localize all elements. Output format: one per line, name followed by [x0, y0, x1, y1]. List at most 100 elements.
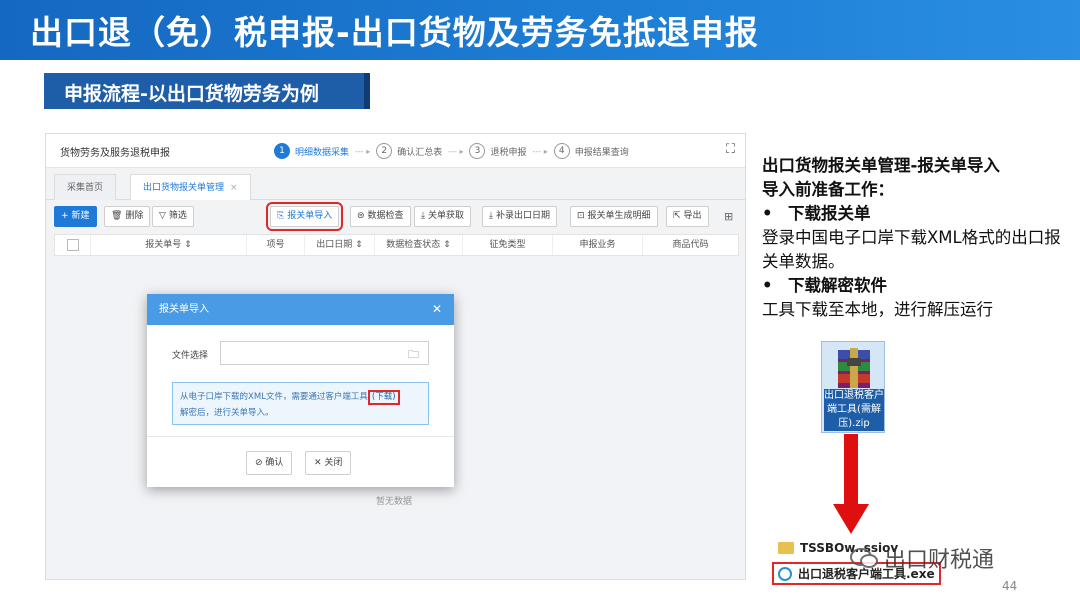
step-arrow-icon: --- ▸ — [355, 146, 371, 156]
button-label: 关闭 — [324, 458, 343, 468]
checkbox[interactable] — [66, 238, 79, 251]
step-arrow-icon: --- ▸ — [532, 146, 548, 156]
column-header[interactable]: 数据检查状态 ⇕ — [375, 235, 463, 255]
zip-file[interactable]: 出口退税客户端工具(需解压).zip — [821, 341, 885, 433]
button-label: 补录出口日期 — [495, 211, 550, 221]
export-icon: ⇱ — [673, 211, 681, 221]
step-number: 1 — [274, 143, 290, 159]
import-declaration-button[interactable]: ⎘ 报关单导入 — [265, 202, 344, 231]
bullet-text: 登录中国电子口岸下载XML格式的出口报关单数据。 — [762, 228, 1061, 271]
step-4[interactable]: 4 申报结果查询 — [553, 143, 629, 159]
bullet-icon: • — [762, 276, 773, 295]
column-header[interactable]: 商品代码 — [643, 235, 738, 255]
grid-icon[interactable]: ⊞ — [724, 210, 733, 223]
button-label: 报关单导入 — [287, 211, 333, 221]
app-icon — [778, 566, 792, 581]
button-label: 删除 — [125, 211, 144, 221]
header-label: 申报业务 — [579, 240, 616, 250]
column-header[interactable]: 出口日期 ⇕ — [305, 235, 375, 255]
step-label: 确认汇总表 — [397, 147, 443, 158]
header-label: 出口日期 — [316, 240, 353, 250]
slide-title-bar: 出口退（免）税申报-出口货物及劳务免抵退申报 — [0, 0, 1080, 60]
step-label: 退税申报 — [490, 147, 527, 158]
button-label: 筛选 — [168, 211, 187, 221]
notes-subheading: 导入前准备工作： — [762, 180, 894, 199]
folder-icon[interactable]: 🗀 — [408, 346, 419, 365]
button-label: 数据检查 — [367, 211, 404, 221]
step-3[interactable]: 3 退税申报 — [469, 143, 526, 159]
step-arrow-icon: --- ▸ — [448, 146, 464, 156]
step-label: 申报结果查询 — [574, 147, 629, 158]
bullet-title: 下载解密软件 — [788, 276, 887, 295]
notice-tail: 解密后，进行关单导入。 — [180, 408, 274, 418]
folder-icon — [778, 542, 794, 554]
step-number: 4 — [553, 143, 570, 159]
check-icon: ⊜ — [357, 211, 365, 221]
down-arrow-head — [833, 504, 869, 534]
filter-button[interactable]: ▽ 筛选 — [152, 206, 194, 227]
bullet-icon: • — [762, 204, 773, 223]
step-number: 2 — [376, 143, 393, 159]
header-label: 征免类型 — [489, 240, 526, 250]
wechat-icon — [850, 548, 878, 568]
watermark: 出口财税通 — [850, 542, 994, 574]
column-header[interactable]: 项号 — [247, 235, 305, 255]
notice-text: 从电子口岸下载的XML文件，需要通过客户端工具 — [180, 392, 368, 402]
new-button[interactable]: + 新建 — [54, 206, 97, 227]
confirm-button[interactable]: ⊘ 确认 — [246, 451, 293, 475]
import-dialog: 报关单导入 ✕ 文件选择 🗀 从电子口岸下载的XML文件，需要通过客户端工具 (下… — [147, 294, 454, 487]
app-screenshot: 货物劳务及服务退税申报 1 明细数据采集 --- ▸ 2 确认汇总表 --- ▸… — [45, 133, 746, 580]
column-header[interactable]: 报关单号 ⇕ — [91, 235, 247, 255]
select-all-checkbox[interactable] — [55, 235, 91, 255]
data-check-button[interactable]: ⊜ 数据检查 — [350, 206, 411, 227]
slide-title: 出口退（免）税申报-出口货物及劳务免抵退申报 — [30, 13, 759, 52]
file-select-input[interactable] — [220, 341, 429, 365]
close-button[interactable]: ✕ 关闭 — [305, 451, 352, 475]
import-icon: ⎘ — [277, 211, 285, 221]
filter-icon: ▽ — [159, 211, 166, 221]
archive-icon — [838, 348, 870, 388]
header-label: 商品代码 — [672, 240, 709, 250]
column-header[interactable]: 征免类型 — [463, 235, 553, 255]
delete-button[interactable]: 🗑 删除 — [104, 206, 151, 227]
tab-declaration-management[interactable]: 出口货物报关单管理 × — [130, 174, 251, 200]
header-label: 项号 — [266, 240, 285, 250]
plus-icon: + — [61, 211, 69, 221]
chart-icon: ⊡ — [577, 211, 585, 221]
bullet-title: 下载报关单 — [788, 204, 871, 223]
toolbar: + 新建 🗑 删除 ▽ 筛选 ⎘ 报关单导入 ⊜ 数据检查 ⤓ 关单获取 ⤓ 补录出口日期 ⊡… — [46, 202, 745, 232]
close-icon[interactable]: ✕ — [432, 294, 442, 325]
button-label: 新建 — [71, 211, 90, 221]
header-label: 数据检查状态 — [386, 240, 441, 250]
button-label: 关单获取 — [427, 211, 464, 221]
step-1[interactable]: 1 明细数据采集 — [274, 143, 349, 159]
generate-detail-button[interactable]: ⊡ 报关单生成明细 — [570, 206, 658, 227]
tab-bar: 采集首页 出口货物报关单管理 × — [46, 172, 745, 200]
step-indicator: 1 明细数据采集 --- ▸ 2 确认汇总表 --- ▸ 3 退税申报 --- … — [274, 142, 629, 160]
tab-label: 采集首页 — [67, 183, 104, 193]
bullet-item: • 下载报关单 — [762, 202, 1072, 226]
button-label: 导出 — [683, 211, 702, 221]
export-button[interactable]: ⇱ 导出 — [666, 206, 709, 227]
section-title: 申报流程-以出口货物劳务为例 — [64, 83, 319, 105]
step-number: 3 — [469, 143, 486, 159]
watermark-text: 出口财税通 — [884, 548, 995, 573]
page-number: 44 — [1002, 579, 1018, 593]
notes-heading: 出口货物报关单管理-报关单导入 — [762, 156, 1000, 175]
close-icon: ✕ — [314, 458, 325, 468]
fullscreen-icon[interactable]: ⛶ — [726, 142, 735, 157]
column-header[interactable]: 申报业务 — [553, 235, 643, 255]
file-select-label: 文件选择 — [172, 351, 209, 361]
step-2[interactable]: 2 确认汇总表 — [376, 143, 442, 159]
tab-label: 出口货物报关单管理 — [143, 183, 225, 193]
bullet-text: 工具下载至本地，进行解压运行 — [762, 300, 993, 319]
supplement-date-button[interactable]: ⤓ 补录出口日期 — [482, 206, 557, 227]
download-link[interactable]: (下载) — [367, 390, 400, 405]
button-label: 确认 — [265, 458, 284, 468]
calendar-icon: ⤓ — [489, 211, 493, 221]
tab-home[interactable]: 采集首页 — [54, 174, 117, 200]
section-tag: 申报流程-以出口货物劳务为例 — [44, 73, 370, 109]
close-icon[interactable]: × — [230, 183, 238, 193]
divider — [147, 436, 454, 437]
fetch-declaration-button[interactable]: ⤓ 关单获取 — [414, 206, 471, 227]
